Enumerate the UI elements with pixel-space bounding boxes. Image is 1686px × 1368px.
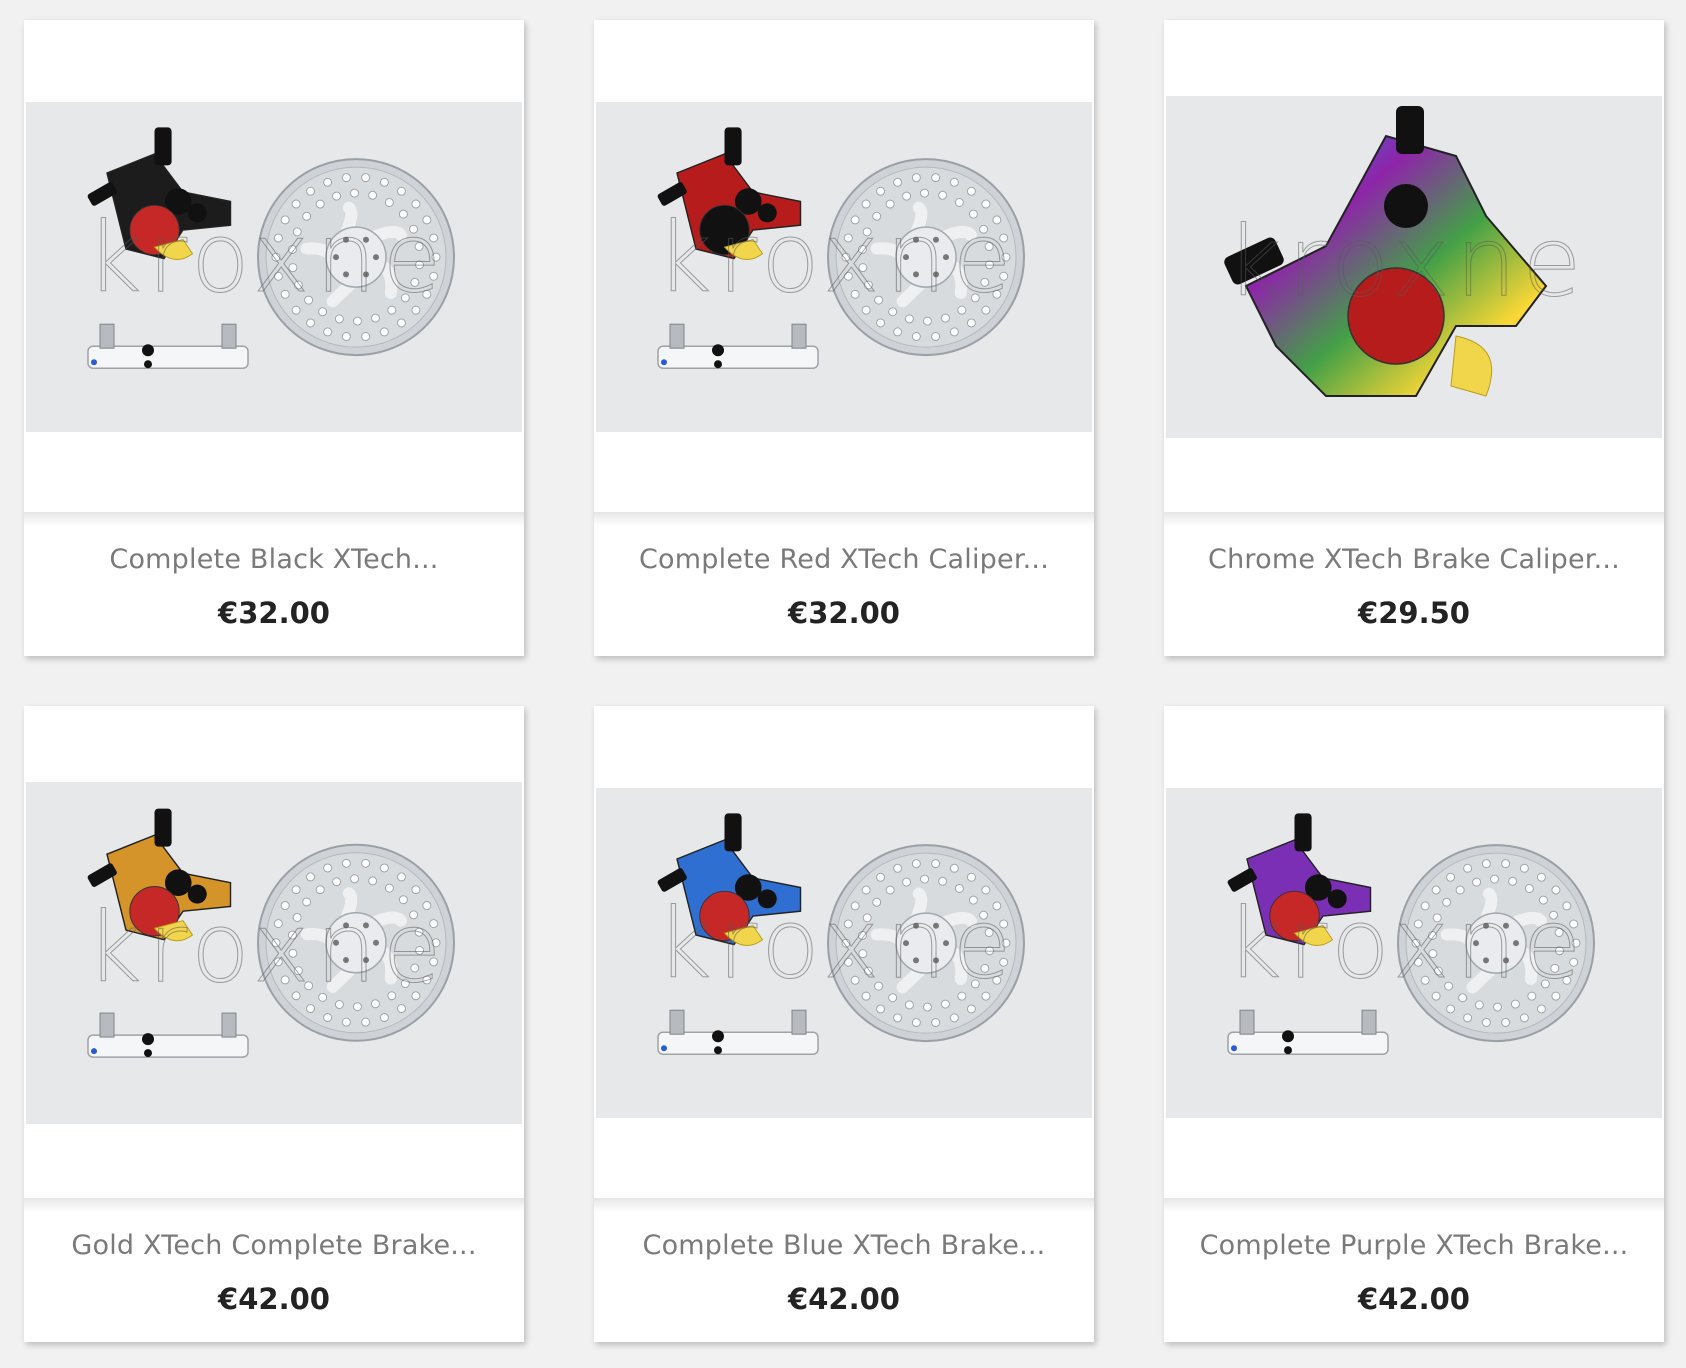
product-title[interactable]: Chrome XTech Brake Caliper... (1164, 544, 1664, 575)
product-card[interactable]: kroxne Complete Red XTech Caliper... €32… (594, 20, 1094, 656)
photo-background: kroxne (1166, 788, 1662, 1118)
product-title[interactable]: Complete Blue XTech Brake... (594, 1230, 1094, 1261)
brake-kit-illustration (87, 127, 455, 369)
adapter-bracket (1227, 1009, 1389, 1055)
brake-caliper (87, 808, 232, 942)
product-image[interactable]: kroxne (26, 20, 522, 512)
brake-kit-illustration (657, 127, 1025, 369)
product-price: €42.00 (218, 1282, 330, 1316)
brake-kit-illustration (1227, 813, 1595, 1055)
brake-kit-illustration (87, 808, 455, 1058)
adapter-bracket (87, 1012, 249, 1058)
divider (24, 1198, 524, 1212)
adapter-bracket (657, 1009, 819, 1055)
product-grid: kroxne Complete Black XTech... €32.00 kr… (0, 0, 1686, 1368)
product-title[interactable]: Complete Purple XTech Brake... (1164, 1230, 1664, 1261)
adapter-bracket (87, 323, 249, 369)
brake-caliper (87, 127, 232, 260)
divider (594, 1198, 1094, 1212)
product-price: €32.00 (788, 596, 900, 630)
brake-kit-illustration (657, 813, 1025, 1055)
brake-caliper (657, 813, 802, 946)
brake-caliper-illustration (1224, 106, 1548, 397)
product-image[interactable]: kroxne (1166, 706, 1662, 1198)
photo-background: kroxne (1166, 96, 1662, 438)
adapter-bracket (657, 323, 819, 369)
brake-rotor (257, 843, 455, 1042)
product-price: €42.00 (1358, 1282, 1470, 1316)
product-card[interactable]: kroxne Complete Black XTech... €32.00 (24, 20, 524, 656)
product-price: €32.00 (218, 596, 330, 630)
product-title[interactable]: Complete Red XTech Caliper... (594, 544, 1094, 575)
product-image[interactable]: kroxne (596, 20, 1092, 512)
photo-background: kroxne (596, 102, 1092, 432)
divider (594, 512, 1094, 526)
product-title[interactable]: Gold XTech Complete Brake... (24, 1230, 524, 1261)
photo-background: kroxne (596, 788, 1092, 1118)
divider (24, 512, 524, 526)
product-card[interactable]: kroxne Complete Purple XTech Brake... €4… (1164, 706, 1664, 1342)
brake-caliper (1227, 813, 1372, 946)
brake-rotor (1397, 844, 1595, 1043)
brake-caliper (657, 127, 802, 260)
product-image[interactable]: kroxne (1166, 20, 1662, 512)
product-image[interactable]: kroxne (596, 706, 1092, 1198)
product-card[interactable]: kroxne Chrome XTech Brake Caliper... €29… (1164, 20, 1664, 656)
brake-rotor (257, 158, 455, 357)
product-card[interactable]: kroxne Gold XTech Complete Brake... €42.… (24, 706, 524, 1342)
product-title[interactable]: Complete Black XTech... (24, 544, 524, 575)
brake-rotor (827, 844, 1025, 1043)
product-card[interactable]: kroxne Complete Blue XTech Brake... €42.… (594, 706, 1094, 1342)
divider (1164, 1198, 1664, 1212)
product-price: €42.00 (788, 1282, 900, 1316)
photo-background: kroxne (26, 782, 522, 1124)
product-image[interactable]: kroxne (26, 706, 522, 1198)
chrome-caliper (1224, 106, 1548, 397)
divider (1164, 512, 1664, 526)
product-price: €29.50 (1358, 596, 1470, 630)
photo-background: kroxne (26, 102, 522, 432)
brake-rotor (827, 158, 1025, 357)
